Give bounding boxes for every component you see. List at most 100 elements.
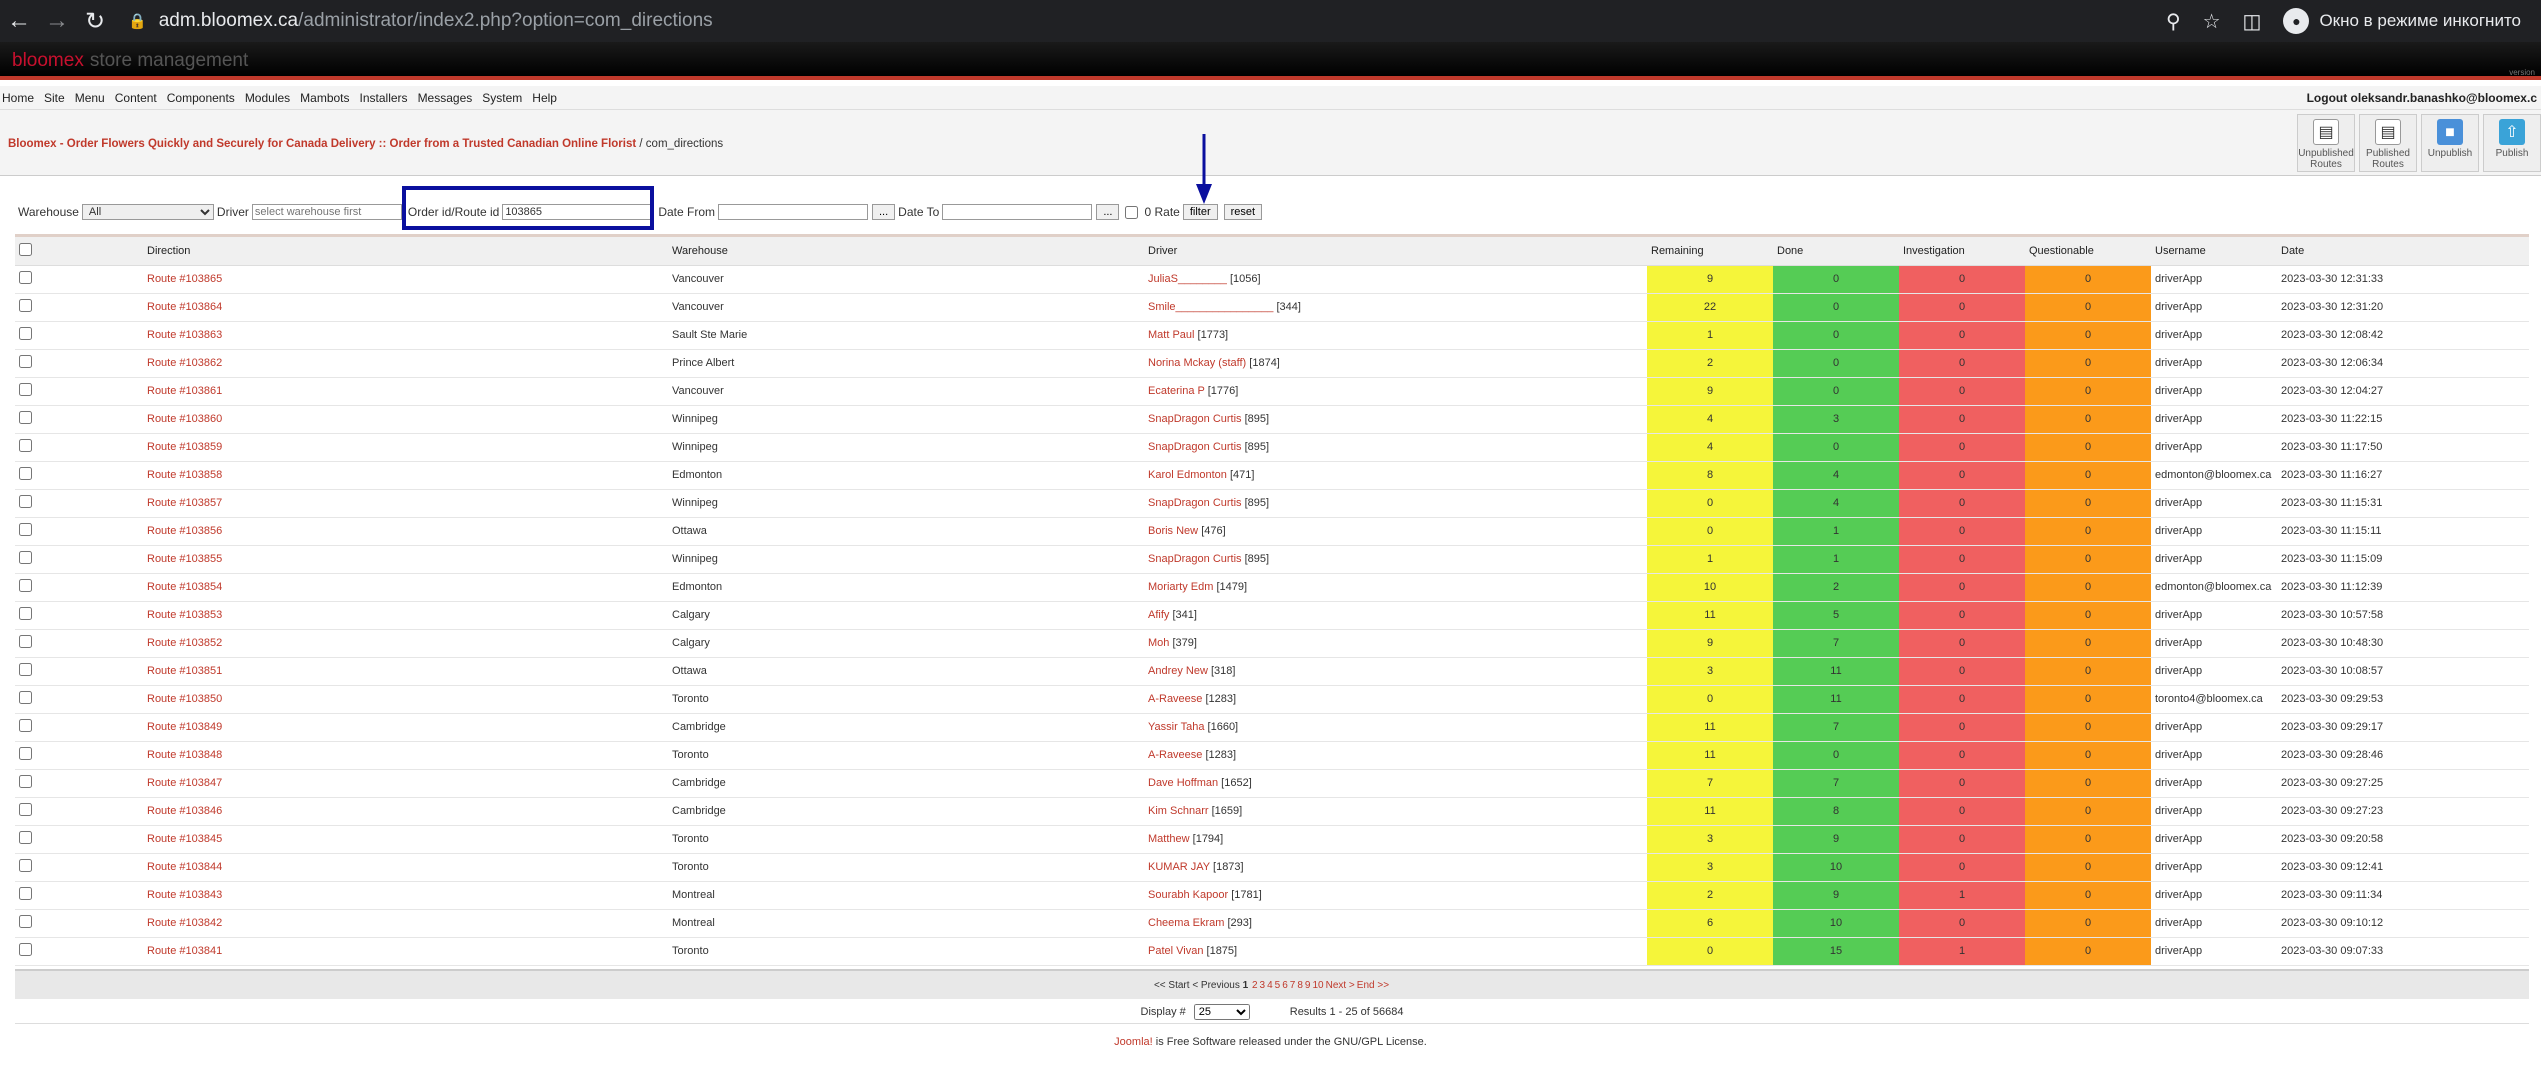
select-all-checkbox[interactable]: [19, 242, 32, 256]
header-done[interactable]: Done: [1773, 237, 1899, 266]
address-bar[interactable]: 🔒 adm.bloomex.ca /administrator/index2.p…: [128, 10, 2166, 32]
row-checkbox[interactable]: [19, 691, 32, 704]
row-checkbox[interactable]: [19, 551, 32, 564]
header-date[interactable]: Date: [2277, 237, 2529, 266]
header-driver[interactable]: Driver: [1144, 237, 1647, 266]
route-link[interactable]: Route #103844: [147, 861, 222, 873]
route-link[interactable]: Route #103853: [147, 609, 222, 621]
driver-link[interactable]: Matt Paul: [1148, 329, 1194, 341]
route-link[interactable]: Route #103865: [147, 273, 222, 285]
route-link[interactable]: Route #103843: [147, 889, 222, 901]
pager-page-8[interactable]: 8: [1297, 980, 1303, 991]
menu-item-installers[interactable]: Installers: [358, 91, 416, 105]
incognito-indicator[interactable]: ● Окно в режиме инкогнито: [2283, 8, 2521, 34]
driver-link[interactable]: Afify: [1148, 609, 1169, 621]
row-checkbox[interactable]: [19, 663, 32, 676]
driver-link[interactable]: SnapDragon Curtis: [1148, 441, 1242, 453]
driver-link[interactable]: Yassir Taha: [1148, 721, 1204, 733]
route-link[interactable]: Route #103848: [147, 749, 222, 761]
row-checkbox[interactable]: [19, 327, 32, 340]
row-checkbox[interactable]: [19, 355, 32, 368]
header-direction[interactable]: Direction: [143, 237, 668, 266]
route-link[interactable]: Route #103850: [147, 693, 222, 705]
pager-page-6[interactable]: 6: [1282, 980, 1288, 991]
route-link[interactable]: Route #103864: [147, 301, 222, 313]
route-link[interactable]: Route #103852: [147, 637, 222, 649]
route-link[interactable]: Route #103855: [147, 553, 222, 565]
warehouse-select[interactable]: All: [81, 204, 214, 220]
route-link[interactable]: Route #103851: [147, 665, 222, 677]
route-link[interactable]: Route #103845: [147, 833, 222, 845]
reset-button[interactable]: reset: [1223, 204, 1263, 220]
pager-page-10[interactable]: 10: [1312, 980, 1323, 991]
menu-item-site[interactable]: Site: [42, 91, 73, 105]
logout-link[interactable]: Logout oleksandr.banashko@bloomex.c: [2307, 91, 2541, 105]
menu-item-components[interactable]: Components: [165, 91, 243, 105]
driver-input[interactable]: [251, 204, 402, 220]
row-checkbox[interactable]: [19, 635, 32, 648]
side-panel-icon[interactable]: ◫: [2243, 9, 2262, 34]
display-limit-select[interactable]: 25: [1193, 1003, 1250, 1020]
driver-link[interactable]: Cheema Ekram: [1148, 917, 1224, 929]
menu-item-modules[interactable]: Modules: [243, 91, 298, 105]
route-link[interactable]: Route #103859: [147, 441, 222, 453]
menu-item-menu[interactable]: Menu: [73, 91, 113, 105]
row-checkbox[interactable]: [19, 383, 32, 396]
driver-link[interactable]: Kim Schnarr: [1148, 805, 1209, 817]
row-checkbox[interactable]: [19, 579, 32, 592]
route-link[interactable]: Route #103861: [147, 385, 222, 397]
driver-link[interactable]: Patel Vivan: [1148, 945, 1203, 957]
date-from-input[interactable]: [718, 204, 868, 220]
route-link[interactable]: Route #103858: [147, 469, 222, 481]
route-link[interactable]: Route #103841: [147, 945, 222, 957]
driver-link[interactable]: Moh: [1148, 637, 1169, 649]
route-link[interactable]: Route #103854: [147, 581, 222, 593]
row-checkbox[interactable]: [19, 943, 32, 956]
pager-page-9[interactable]: 9: [1305, 980, 1311, 991]
date-to-input[interactable]: [942, 204, 1093, 220]
pager-page-5[interactable]: 5: [1275, 980, 1281, 991]
row-checkbox[interactable]: [19, 467, 32, 480]
row-checkbox[interactable]: [19, 495, 32, 508]
reload-button[interactable]: ↻: [76, 2, 114, 40]
pager-page-2[interactable]: 2: [1252, 980, 1258, 991]
route-link[interactable]: Route #103846: [147, 805, 222, 817]
pager-next[interactable]: Next >: [1326, 980, 1355, 991]
joomla-link[interactable]: Joomla!: [1114, 1036, 1153, 1048]
menu-item-home[interactable]: Home: [0, 91, 42, 105]
driver-link[interactable]: KUMAR JAY: [1148, 861, 1210, 873]
row-checkbox[interactable]: [19, 719, 32, 732]
row-checkbox[interactable]: [19, 803, 32, 816]
menu-item-mambots[interactable]: Mambots: [298, 91, 357, 105]
date-from-picker-button[interactable]: ...: [872, 204, 896, 220]
driver-link[interactable]: SnapDragon Curtis: [1148, 497, 1242, 509]
row-checkbox[interactable]: [19, 411, 32, 424]
driver-link[interactable]: Matthew: [1148, 833, 1190, 845]
driver-link[interactable]: A-Raveese: [1148, 749, 1202, 761]
header-questionable[interactable]: Questionable: [2025, 237, 2151, 266]
menu-item-help[interactable]: Help: [530, 91, 565, 105]
header-remaining[interactable]: Remaining: [1647, 237, 1773, 266]
header-warehouse[interactable]: Warehouse: [668, 237, 1144, 266]
back-button[interactable]: ←: [0, 2, 38, 40]
route-link[interactable]: Route #103860: [147, 413, 222, 425]
published-routes-button[interactable]: ▤ Published Routes: [2359, 114, 2417, 172]
date-to-picker-button[interactable]: ...: [1096, 204, 1120, 220]
row-checkbox[interactable]: [19, 299, 32, 312]
row-checkbox[interactable]: [19, 523, 32, 536]
publish-button[interactable]: ⇧ Publish: [2483, 114, 2541, 172]
menu-item-messages[interactable]: Messages: [416, 91, 481, 105]
driver-link[interactable]: SnapDragon Curtis: [1148, 553, 1242, 565]
driver-link[interactable]: Boris New: [1148, 525, 1198, 537]
pager-page-3[interactable]: 3: [1260, 980, 1266, 991]
route-link[interactable]: Route #103842: [147, 917, 222, 929]
row-checkbox[interactable]: [19, 271, 32, 284]
row-checkbox[interactable]: [19, 915, 32, 928]
unpublished-routes-button[interactable]: ▤ Unpublished Routes: [2297, 114, 2355, 172]
menu-item-system[interactable]: System: [480, 91, 530, 105]
driver-link[interactable]: Ecaterina P: [1148, 385, 1205, 397]
route-link[interactable]: Route #103862: [147, 357, 222, 369]
row-checkbox[interactable]: [19, 747, 32, 760]
pager-end[interactable]: End >>: [1357, 980, 1389, 991]
route-link[interactable]: Route #103863: [147, 329, 222, 341]
